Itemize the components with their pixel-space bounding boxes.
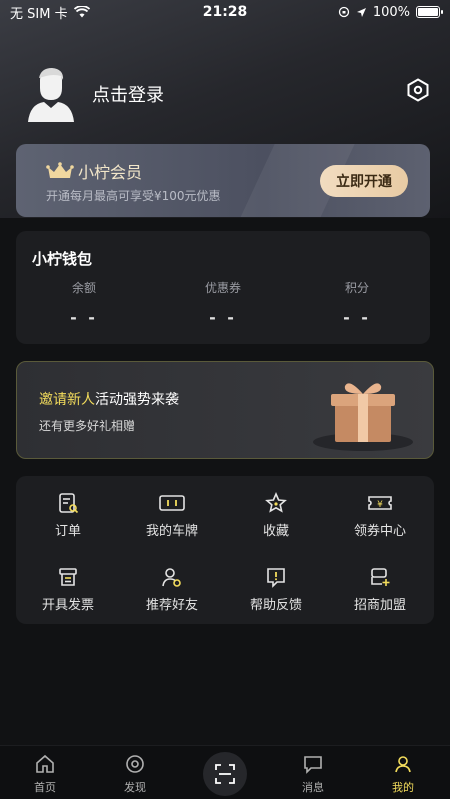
discover-icon [126,755,144,773]
help-feedback-icon [267,568,285,588]
message-icon [304,756,322,774]
status-right: 100% [338,4,443,20]
order-icon [59,493,79,514]
battery-icon [416,6,443,18]
tab-me-label: 我的 [392,781,414,794]
avatar-icon[interactable] [26,66,76,122]
invite-subtitle: 还有更多好礼相赠 [39,419,136,433]
settings-icon[interactable] [406,78,430,102]
menu-item-license-plate[interactable]: 我的车牌 [120,492,224,539]
wallet-balance-label: 余额 [71,281,96,295]
clock: 21:28 [202,4,248,20]
wallet-points-value: - - [343,308,371,327]
tab-home[interactable]: 首页 [15,754,75,795]
tab-messages-label: 消息 [302,781,324,794]
license-plate-icon [159,495,185,511]
tab-discover[interactable]: 发现 [105,754,165,795]
menu-label-help-feedback: 帮助反馈 [249,598,302,613]
profile-header[interactable]: 点击登录 [26,66,164,122]
carrier-text: 无 SIM 卡 [10,6,68,22]
menu-item-recommend-friend[interactable]: 推荐好友 [120,566,224,613]
wallet-balance-value: - - [70,308,98,327]
vip-title: 小柠会员 [78,163,143,182]
status-bar: 无 SIM 卡 21:28 100% [0,0,450,24]
wallet-title: 小柠钱包 [32,250,93,268]
invite-banner[interactable]: 邀请新人活动强势来袭 还有更多好礼相赠 [16,361,434,459]
star-icon [265,492,287,513]
home-icon [36,754,54,773]
menu-item-help-feedback[interactable]: 帮助反馈 [224,566,328,613]
vip-membership-card[interactable]: 小柠会员 开通每月最高可享受¥100元优惠 立即开通 [16,144,430,217]
location-icon [356,7,366,17]
scan-icon [215,764,235,784]
menu-label-favorites: 收藏 [262,524,289,539]
vip-title-row: 小柠会员 [46,159,142,183]
invite-title: 邀请新人活动强势来袭 [39,389,179,409]
menu-label-license-plate: 我的车牌 [145,524,198,539]
wallet-coupons-label: 优惠券 [204,281,241,295]
menu-item-orders[interactable]: 订单 [16,492,120,539]
services-menu: 订单 我的车牌 收藏 ¥ 领券中心 开具发票 推荐好友 帮助反馈 招商加盟 [16,476,434,624]
vip-subtitle: 开通每月最高可享受¥100元优惠 [46,189,221,203]
activate-vip-button[interactable]: 立即开通 [320,165,408,197]
menu-item-coupon-center[interactable]: ¥ 领券中心 [328,492,432,539]
menu-item-favorites[interactable]: 收藏 [224,492,328,539]
menu-label-franchise: 招商加盟 [353,598,406,613]
wallet-coupons-value: - - [209,308,237,327]
tab-discover-label: 发现 [124,781,146,794]
scan-button[interactable] [203,752,247,796]
tab-messages[interactable]: 消息 [283,754,343,795]
me-icon [395,756,411,773]
menu-label-orders: 订单 [54,524,81,539]
franchise-icon [371,568,390,586]
menu-item-franchise[interactable]: 招商加盟 [328,566,432,613]
wallet-balance[interactable]: 余额 - - [24,279,144,327]
invite-title-rest: 活动强势来袭 [95,392,179,408]
menu-item-invoice[interactable]: 开具发票 [16,566,120,613]
menu-label-coupon-center: 领券中心 [353,524,406,539]
invoice-icon [59,568,77,586]
recommend-friend-icon [162,568,181,587]
svg-text:¥: ¥ [377,500,383,510]
status-left: 无 SIM 卡 [10,3,90,22]
menu-label-invoice: 开具发票 [41,598,94,613]
battery-percent: 100% [372,4,410,20]
wallet-points[interactable]: 积分 - - [297,279,417,327]
menu-label-recommend-friend: 推荐好友 [145,598,198,613]
wifi-icon [73,6,90,18]
coupon-icon: ¥ [368,496,392,510]
gift-box-icon [313,383,413,451]
login-link[interactable]: 点击登录 [92,81,164,107]
wallet-coupons[interactable]: 优惠券 - - [163,279,283,327]
orientation-lock-icon [338,6,349,18]
tab-home-label: 首页 [34,781,56,794]
wallet-points-label: 积分 [344,281,369,295]
wallet-card: 小柠钱包 余额 - - 优惠券 - - 积分 - - [16,231,430,344]
tab-me[interactable]: 我的 [373,754,433,795]
invite-title-highlight: 邀请新人 [39,392,95,408]
crown-icon [46,162,74,178]
